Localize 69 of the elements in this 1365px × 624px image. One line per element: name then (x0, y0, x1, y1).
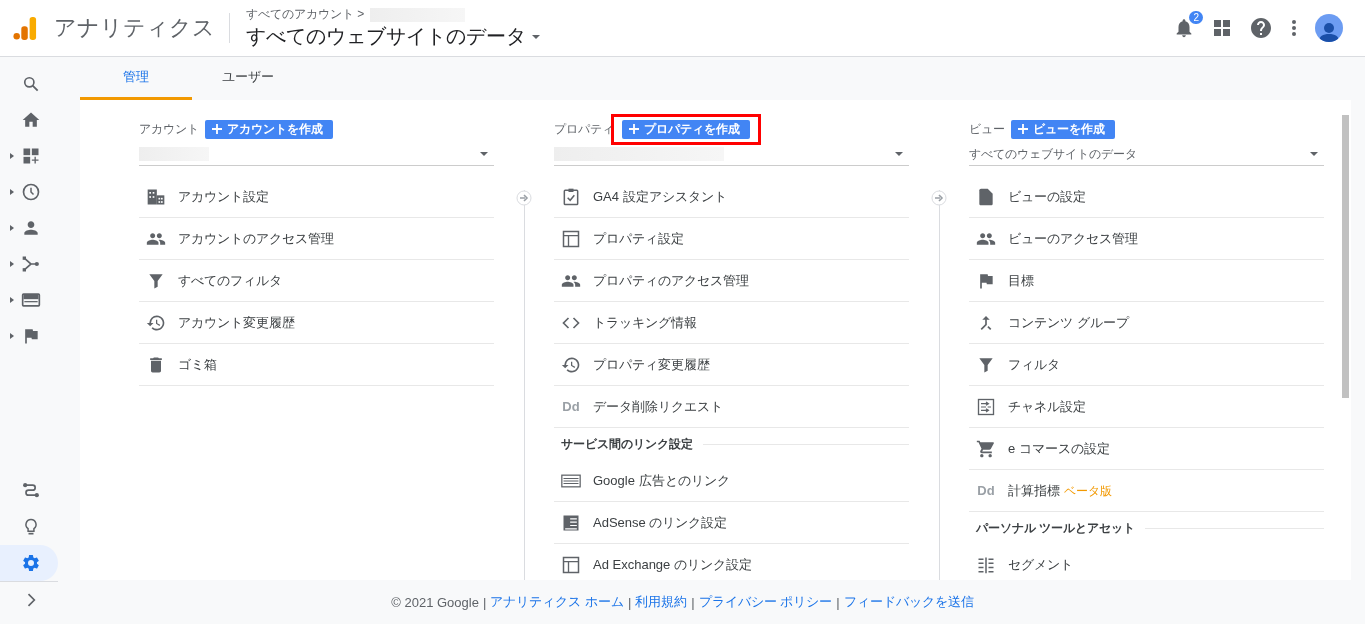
more-icon[interactable] (1291, 19, 1297, 37)
footer-link[interactable]: 利用規約 (635, 593, 688, 611)
avatar[interactable] (1315, 14, 1343, 42)
apps-icon[interactable] (1213, 19, 1231, 37)
menu-item[interactable]: Dd データ削除リクエスト (554, 386, 909, 428)
clock-icon (21, 182, 41, 202)
section-heading: サービス間のリンク設定 (561, 435, 693, 453)
display-icon (21, 290, 41, 310)
plus-icon (1018, 124, 1028, 134)
separator: | (482, 594, 487, 610)
plus-icon (212, 124, 222, 134)
footer-link[interactable]: アナリティクス ホーム (490, 593, 624, 611)
flow-icon (21, 254, 41, 274)
footer-link[interactable]: フィードバックを送信 (843, 593, 974, 611)
page-icon (976, 186, 996, 207)
gear-icon (21, 553, 41, 573)
menu-item[interactable]: Ad Exchange のリンク設定 (554, 544, 909, 580)
logo-icon (12, 16, 38, 40)
menu-item[interactable]: アカウントのアクセス管理 (139, 218, 494, 260)
menu-item[interactable]: Google 広告とのリンク (554, 460, 909, 502)
menu-item[interactable]: ゴミ箱 (139, 344, 494, 386)
breadcrumb[interactable]: すべてのアカウント > (246, 6, 365, 23)
separator: | (691, 594, 695, 610)
menu-item[interactable]: アカウント設定 (139, 176, 494, 218)
search-icon (21, 74, 41, 94)
view-selector[interactable]: すべてのウェブサイトのデータ (246, 23, 546, 50)
create-button[interactable]: プロパティを作成 (622, 119, 750, 139)
menu-item[interactable]: プロパティ変更履歴 (554, 344, 909, 386)
layout-icon (561, 554, 581, 575)
menu-item[interactable]: Dd 計算指標 ベータ版 (969, 470, 1324, 512)
section-heading: パーソナル ツールとアセット (976, 519, 1136, 537)
dashboard-icon (21, 146, 41, 166)
copyright: © 2021 Google (391, 594, 479, 610)
cart-icon (976, 438, 996, 459)
create-button[interactable]: アカウントを作成 (205, 119, 333, 139)
clipboard-icon (561, 186, 581, 207)
menu-item[interactable]: AdSense のリンク設定 (554, 502, 909, 544)
menu-item[interactable]: プロパティ設定 (554, 218, 909, 260)
plus-icon (629, 124, 639, 134)
footer-link[interactable]: プライバシー ポリシー (698, 593, 833, 611)
menu-item[interactable]: 目標 (969, 260, 1324, 302)
tab[interactable]: ユーザー (192, 57, 304, 100)
menu-item[interactable]: チャネル設定 (969, 386, 1324, 428)
menu-item[interactable]: セグメント (969, 544, 1324, 580)
scrollbar[interactable] (1342, 115, 1349, 398)
separator: | (836, 594, 840, 610)
menu-item[interactable]: すべてのフィルタ (139, 260, 494, 302)
column-label: アカウント (139, 120, 199, 138)
home-icon (21, 110, 41, 130)
menu-item[interactable]: アカウント変更履歴 (139, 302, 494, 344)
menu-item[interactable]: トラッキング情報 (554, 302, 909, 344)
app-title: アナリティクス (54, 13, 230, 43)
help-icon (1249, 16, 1273, 40)
menu-item[interactable]: プロパティのアクセス管理 (554, 260, 909, 302)
column-label: ビュー (969, 120, 1005, 138)
separator: | (627, 594, 632, 610)
menu-item[interactable]: ビューの設定 (969, 176, 1324, 218)
menu-item[interactable]: ビューのアクセス管理 (969, 218, 1324, 260)
create-button[interactable]: ビューを作成 (1011, 119, 1115, 139)
menu-item[interactable]: フィルタ (969, 344, 1324, 386)
layout-icon (561, 228, 581, 249)
column-label: プロパティ (554, 120, 614, 138)
menu-item[interactable]: e コマースの設定 (969, 428, 1324, 470)
channel-icon (976, 396, 996, 417)
selector-dropdown[interactable]: すべてのウェブサイトのデータ (969, 143, 1324, 166)
nav-button[interactable] (0, 545, 58, 581)
notification-badge: 2 (1189, 11, 1203, 24)
menu-item[interactable]: GA4 設定アシスタント (554, 176, 909, 218)
menu-item[interactable]: コンテンツ グループ (969, 302, 1324, 344)
